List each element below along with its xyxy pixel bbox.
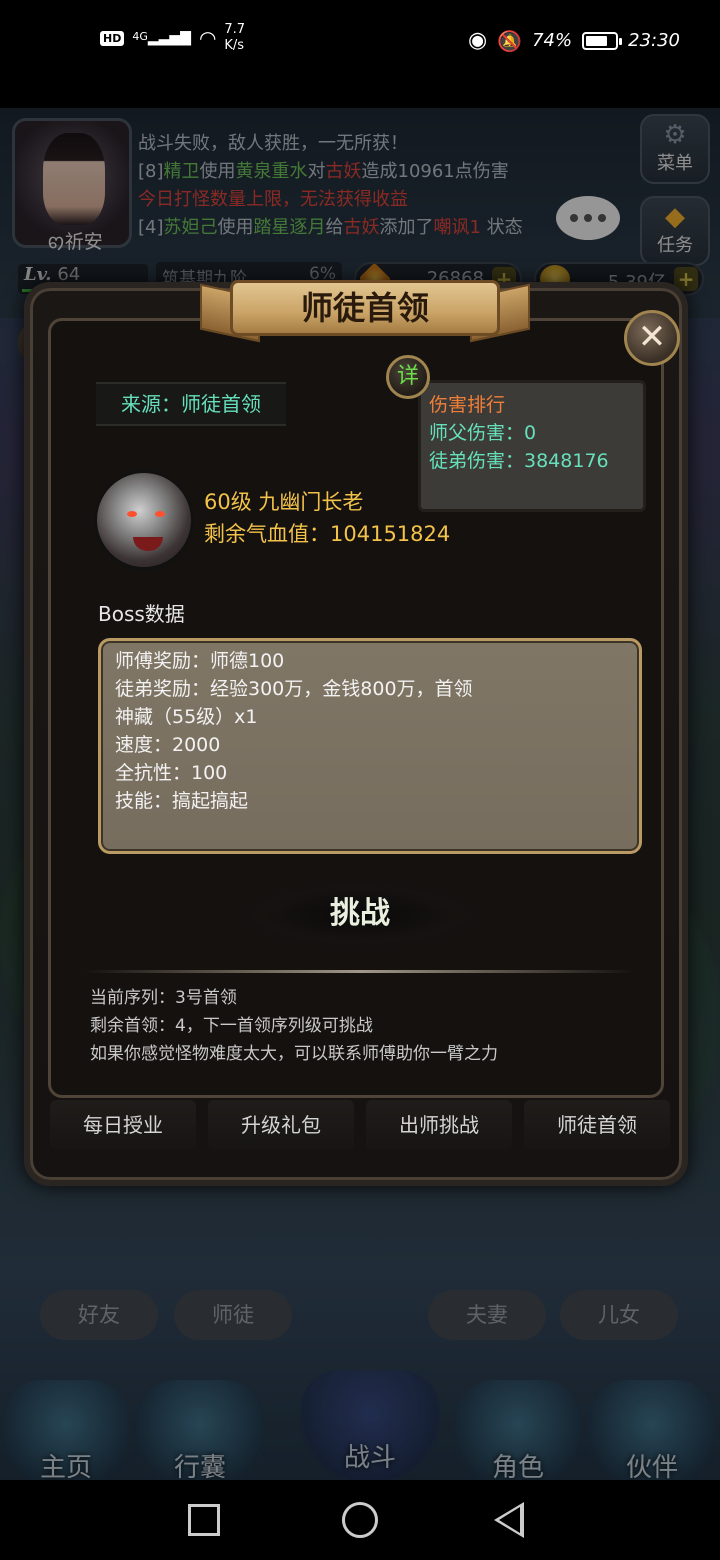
master-damage: 师父伤害：0: [429, 422, 537, 444]
source-label: 来源：师徒首领: [96, 382, 286, 426]
battery-percent: 74%: [532, 30, 573, 51]
speed-value: 7.7: [224, 22, 246, 37]
challenge-button[interactable]: 挑战: [240, 882, 480, 948]
status-left: HD 4G▂▃▅▇ ◠ 7.7 K/s: [100, 22, 258, 54]
wifi-icon: ◠: [198, 26, 217, 50]
close-button[interactable]: ✕: [624, 310, 680, 366]
boss-data-line: 神藏（55级）x1: [115, 706, 258, 728]
apprentice-damage: 徒弟伤害：3848176: [429, 450, 609, 472]
dialog-title: 师徒首领: [230, 280, 500, 336]
boss-data-line: 速度：2000: [115, 734, 221, 756]
home-button[interactable]: [342, 1502, 378, 1538]
boss-data-label: Boss数据: [98, 602, 185, 626]
boss-data-box: 师傅奖励：师德100 徒弟奖励：经验300万，金钱800万，首领 神藏（55级）x1…: [98, 638, 642, 854]
status-bar: HD 4G▂▃▅▇ ◠ 7.7 K/s ◉ 🔕 74% 23:30: [0, 0, 720, 108]
eye-icon: ◉: [468, 28, 488, 53]
queue-line: 如果你感觉怪物难度太大，可以联系师傅助你一臂之力: [90, 1044, 498, 1064]
hd-icon: HD: [100, 30, 125, 46]
queue-line: 剩余首领：4，下一首领序列级可挑战: [90, 1016, 373, 1036]
speed-unit: K/s: [224, 38, 245, 53]
recent-apps-button[interactable]: [188, 1504, 220, 1536]
divider: [84, 970, 636, 973]
boss-data-line: 徒弟奖励：经验300万，金钱800万，首领: [115, 678, 473, 700]
boss-info: 60级 九幽门长老 剩余气血值：104151824: [204, 486, 450, 550]
mute-bell-icon: 🔕: [497, 28, 523, 53]
tab-daily-teaching[interactable]: 每日授业: [50, 1100, 196, 1150]
back-triangle-button[interactable]: [494, 1502, 524, 1538]
network-type: 4G: [132, 30, 148, 43]
status-right: ◉ 🔕 74% 23:30: [468, 28, 680, 53]
tab-graduation-challenge[interactable]: 出师挑战: [366, 1100, 512, 1150]
boss-hp: 剩余气血值：104151824: [204, 522, 451, 546]
network-speed: 7.7 K/s: [224, 22, 258, 54]
detail-button[interactable]: 详: [386, 355, 430, 399]
detail-label: 详: [396, 364, 419, 389]
battery-icon: [582, 31, 623, 50]
boss-data-line: 师傅奖励：师德100: [115, 650, 285, 672]
close-icon: ✕: [637, 317, 667, 357]
damage-ranking-panel: 伤害排行 师父伤害：0 徒弟伤害：3848176: [418, 380, 646, 512]
queue-line: 当前序列：3号首领: [90, 988, 237, 1008]
system-nav-bar: [0, 1480, 720, 1560]
queue-info: 当前序列：3号首领剩余首领：4，下一首领序列级可挑战如果你感觉怪物难度太大，可以…: [90, 984, 498, 1068]
dialog-title-banner: 师徒首领: [200, 272, 530, 343]
clock: 23:30: [628, 30, 680, 51]
boss-data-line: 技能：搞起搞起: [115, 790, 249, 812]
tab-upgrade-gift[interactable]: 升级礼包: [208, 1100, 354, 1150]
tab-mentor-boss[interactable]: 师徒首领: [524, 1100, 670, 1150]
boss-name: 60级 九幽门长老: [204, 490, 364, 514]
battery-level: [586, 35, 607, 46]
signal-icon: 4G▂▃▅▇: [132, 30, 191, 46]
damage-ranking-title: 伤害排行: [429, 394, 506, 416]
boss-data-line: 全抗性：100: [115, 762, 228, 784]
boss-portrait: [94, 470, 194, 570]
